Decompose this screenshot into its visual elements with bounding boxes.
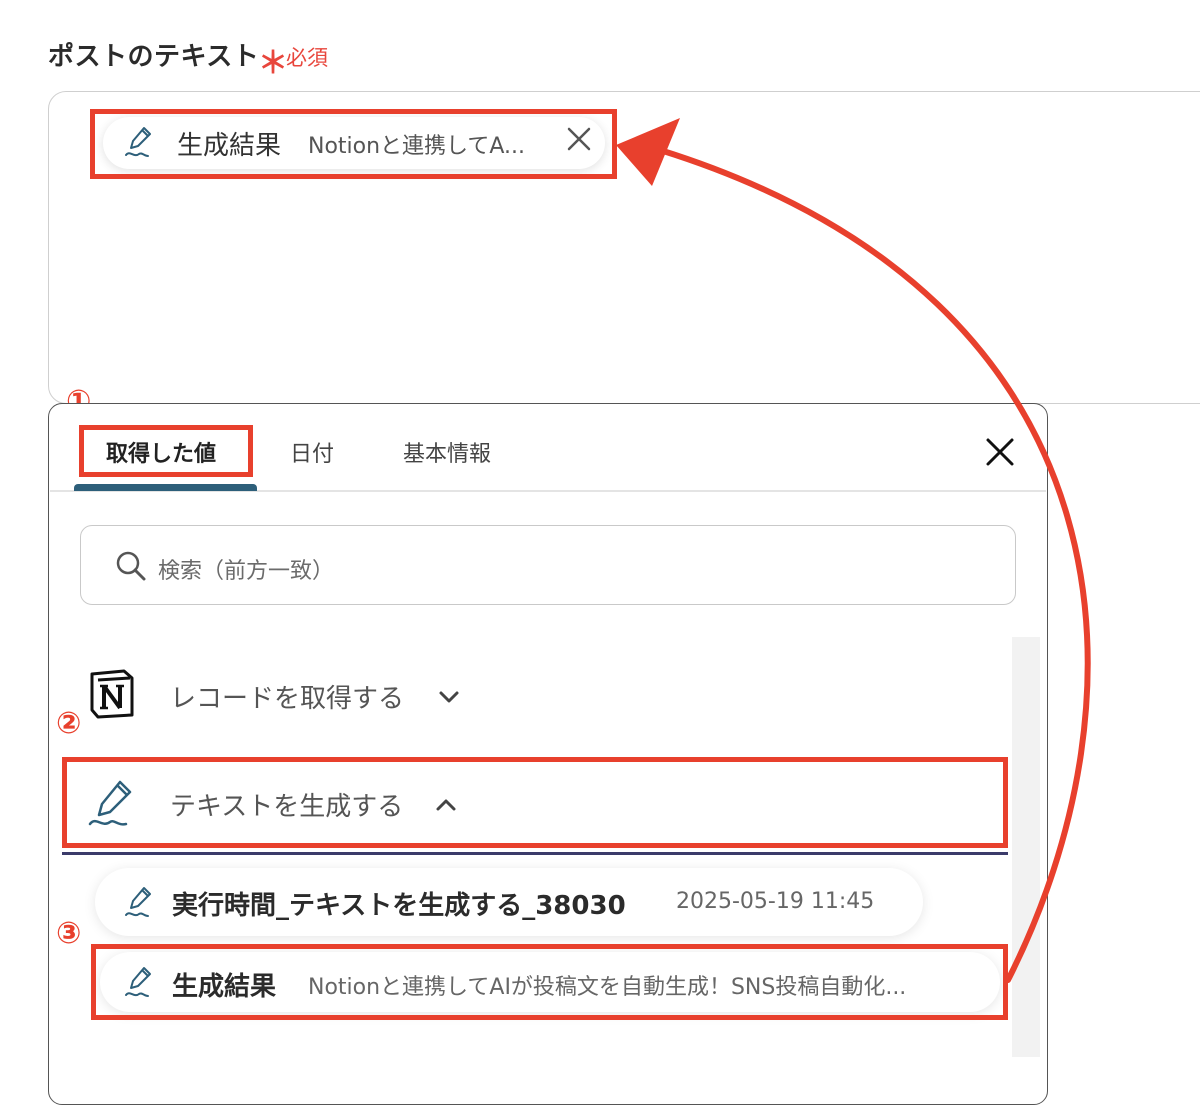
arrow-annotation xyxy=(616,118,1091,983)
